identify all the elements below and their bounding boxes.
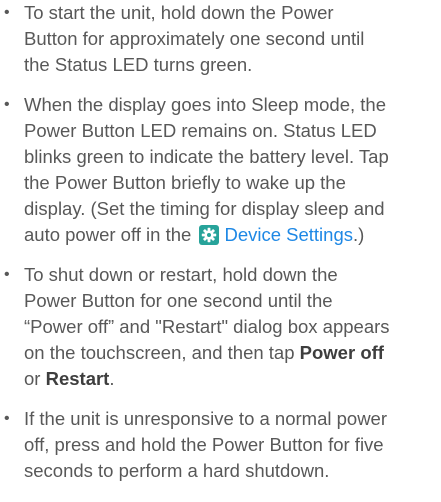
list-item-start-unit: • To start the unit, hold down the Power… — [0, 0, 441, 78]
text-line: When the display goes into Sleep mode, t… — [24, 94, 387, 115]
text-segment: . — [109, 368, 115, 389]
text-line: Power Button for one second until the — [24, 290, 333, 311]
text-line: on the touchscreen, and then tap Power o… — [24, 340, 437, 366]
text-line: blinks green to indicate the battery lev… — [24, 146, 389, 167]
text-line: auto power off in the Device Settings.) — [24, 222, 437, 248]
bullet-marker: • — [4, 410, 10, 427]
list-item-hard-shutdown: • If the unit is unresponsive to a norma… — [0, 406, 441, 484]
text-line: Button for approximately one second unti… — [24, 28, 365, 49]
bullet-marker: • — [4, 266, 10, 283]
list-item-shutdown-restart: • To shut down or restart, hold down the… — [0, 262, 441, 392]
bullet-marker: • — [4, 96, 10, 113]
instruction-list: • To start the unit, hold down the Power… — [0, 0, 441, 484]
text-segment: on the touchscreen, and then tap — [24, 342, 295, 363]
text-line: display. (Set the timing for display sle… — [24, 198, 385, 219]
text-line: If the unit is unresponsive to a normal … — [24, 408, 387, 429]
text-line: off, press and hold the Power Button for… — [24, 434, 384, 455]
text-line: seconds to perform a hard shutdown. — [24, 460, 330, 481]
text-line: the Power Button briefly to wake up the — [24, 172, 346, 193]
instructions-document: • To start the unit, hold down the Power… — [0, 0, 441, 484]
text-segment: or — [24, 368, 41, 389]
restart-label: Restart — [45, 368, 110, 389]
text-line: or Restart. — [24, 366, 437, 392]
power-off-label: Power off — [299, 342, 384, 363]
device-settings-link[interactable]: Device Settings — [224, 224, 353, 245]
text-line: To shut down or restart, hold down the — [24, 264, 338, 285]
list-item-sleep-mode: • When the display goes into Sleep mode,… — [0, 92, 441, 248]
bullet-marker: • — [4, 4, 10, 21]
gear-icon — [199, 225, 220, 245]
text-line: the Status LED turns green. — [24, 54, 253, 75]
text-segment: .) — [353, 224, 365, 245]
text-line: “Power off” and "Restart" dialog box app… — [24, 316, 390, 337]
text-line: To start the unit, hold down the Power — [24, 2, 334, 23]
text-segment: auto power off in the — [24, 224, 192, 245]
text-line: Power Button LED remains on. Status LED — [24, 120, 377, 141]
